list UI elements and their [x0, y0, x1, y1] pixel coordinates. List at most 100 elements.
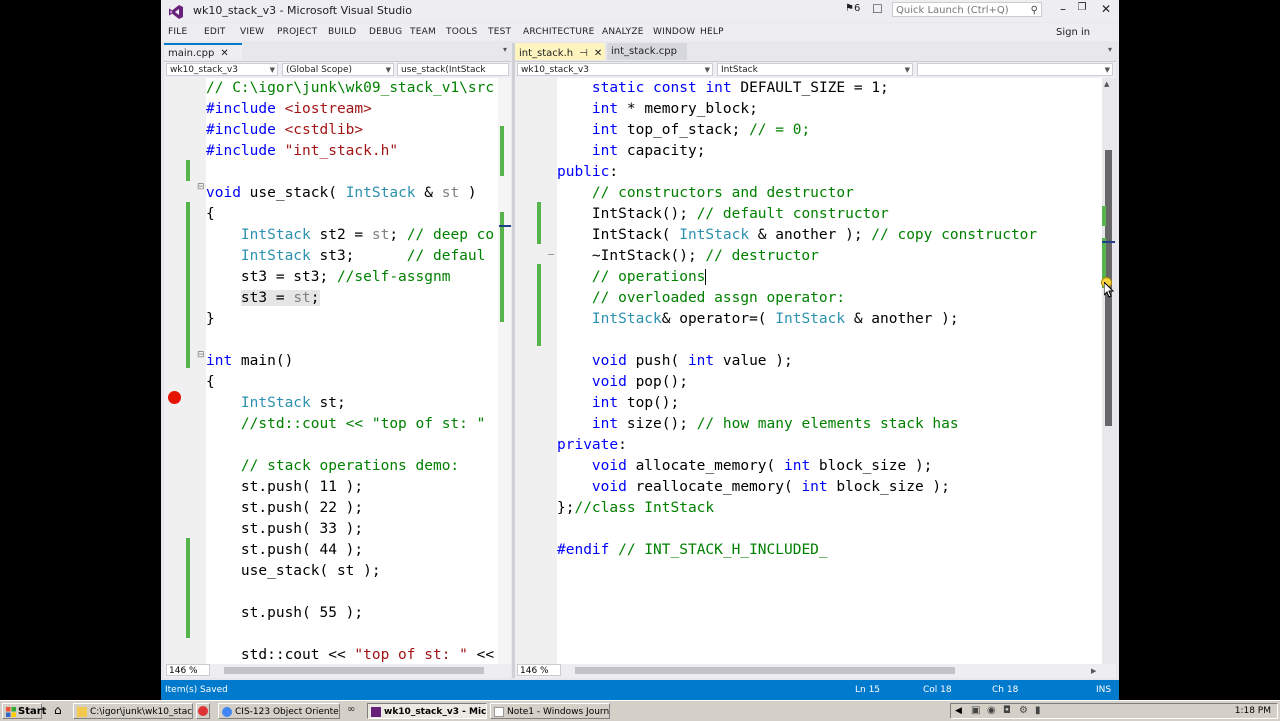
visual-studio-window: wk10_stack_v3 - Microsoft Visual Studio … — [161, 0, 1119, 700]
class-dropdown[interactable]: IntStack ▼ — [717, 63, 913, 76]
code-line: st.push( 11 ); — [206, 479, 364, 495]
right-code-editor[interactable]: static const int DEFAULT_SIZE = 1; int *… — [515, 78, 1102, 664]
tab-label: main.cpp — [168, 48, 215, 59]
menu-analyze[interactable]: ANALYZE — [602, 27, 644, 37]
volume-icon[interactable]: ◉ — [987, 705, 996, 716]
code-line: st.push( 33 ); — [206, 521, 364, 537]
menu-architecture[interactable]: ARCHITECTURE — [523, 27, 595, 37]
member-dropdown[interactable]: use_stack(IntStack — [397, 63, 509, 76]
code-line: void use_stack( IntStack & st ) — [206, 185, 477, 201]
code-line: // constructors and destructor — [557, 185, 854, 201]
menu-team[interactable]: TEAM — [410, 27, 436, 37]
menu-debug[interactable]: DEBUG — [369, 27, 402, 37]
code-line: IntStack(); // default constructor — [557, 206, 889, 222]
quick-launch-input[interactable]: Quick Launch (Ctrl+Q) ⚲ — [892, 2, 1042, 17]
close-button[interactable]: ✕ — [1094, 2, 1118, 16]
left-code-editor[interactable]: ⊟ ⊟ // C:\igor\junk\wk09_stack_v1\src #i… — [164, 78, 498, 664]
menu-build[interactable]: BUILD — [328, 27, 356, 37]
menu-project[interactable]: PROJECT — [277, 27, 317, 37]
project-dropdown[interactable]: wk10_stack_v3 ▼ — [517, 63, 713, 76]
right-editor-pane: int_stack.h ⊣ ✕ int_stack.cpp ▾ wk10_stack… — [515, 43, 1116, 678]
code-line: void push( int value ); — [591, 353, 793, 369]
camera-icon[interactable]: ◘ — [1003, 705, 1011, 716]
zoom-dropdown[interactable]: 146 % — [166, 664, 210, 676]
taskbar-label: C:\igor\junk\wk10_stack... — [90, 707, 193, 717]
code-line: //std::cout << "top of st: " — [206, 416, 486, 432]
code-line: // overloaded assgn operator: — [557, 290, 846, 306]
text-caret — [705, 269, 707, 285]
tab-dropdown-icon[interactable]: ▾ — [503, 45, 507, 54]
code-line: ~IntStack(); // destructor — [557, 248, 819, 264]
code-line: static const int DEFAULT_SIZE = 1; — [591, 80, 889, 96]
window-title: wk10_stack_v3 - Microsoft Visual Studio — [193, 4, 412, 17]
project-dropdown-value: wk10_stack_v3 — [521, 65, 589, 75]
scope-dropdown[interactable]: (Global Scope) ▼ — [282, 63, 394, 76]
start-button[interactable]: Start — [2, 703, 46, 719]
right-zoom-bar: 146 % ▶ — [515, 664, 1116, 678]
collapse-outline-icon[interactable]: ⊟ — [197, 182, 205, 192]
taskbar-journal[interactable]: Note1 - Windows Journal — [490, 703, 610, 719]
restore-button[interactable]: ❐ — [1070, 2, 1094, 13]
infinity-icon[interactable]: ∞ — [347, 704, 355, 715]
project-dropdown[interactable]: wk10_stack_v3 ▼ — [166, 63, 278, 76]
left-editor-pane: main.cpp ✕ ▾ wk10_stack_v3 ▼ (Global Scope… — [164, 43, 511, 678]
tab-int-stack-h[interactable]: int_stack.h ⊣ ✕ — [515, 43, 605, 60]
scroll-right-arrow-icon[interactable]: ▶ — [1091, 664, 1096, 678]
taskbar-browser[interactable]: CIS-123 Object Oriented... — [218, 703, 340, 719]
menu-test[interactable]: TEST — [488, 27, 511, 37]
quick-launch-icon[interactable]: ⌂ — [54, 703, 62, 717]
menu-file[interactable]: FILE — [168, 27, 187, 37]
status-bar: Item(s) Saved Ln 15 Col 18 Ch 18 INS — [161, 680, 1119, 700]
tab-int-stack-cpp[interactable]: int_stack.cpp — [607, 43, 687, 60]
notifications-flag-icon[interactable]: ⚑6 — [845, 3, 860, 14]
menu-bar: FILE EDIT VIEW PROJECT BUILD DEBUG TEAM … — [161, 23, 1119, 41]
code-line: int size(); // how many elements stack h… — [591, 416, 959, 432]
system-tray: ◀ ▣ ◉ ◘ ⚙ ▮ 1:18 PM — [950, 703, 1278, 719]
visual-studio-logo-icon — [169, 5, 183, 19]
tab-main-cpp[interactable]: main.cpp ✕ — [164, 43, 242, 60]
power-icon[interactable]: ▮ — [1035, 705, 1041, 716]
status-insert-mode: INS — [1096, 685, 1112, 695]
menu-help[interactable]: HELP — [700, 27, 724, 37]
network-icon[interactable]: ▣ — [971, 705, 980, 716]
taskbar-chrome-icon[interactable] — [196, 703, 210, 719]
status-message: Item(s) Saved — [165, 685, 228, 695]
settings-icon[interactable]: ⚙ — [1019, 705, 1028, 716]
class-dropdown-value: IntStack — [721, 65, 758, 75]
breakpoint-icon[interactable] — [168, 391, 181, 404]
code-line: int capacity; — [591, 143, 706, 159]
change-indicator — [186, 538, 190, 638]
pane-splitter[interactable] — [512, 43, 515, 678]
menu-tools[interactable]: TOOLS — [446, 27, 477, 37]
sign-in-link[interactable]: Sign in — [1056, 27, 1090, 38]
taskbar-visual-studio[interactable]: wk10_stack_v3 - Mic... — [367, 703, 487, 719]
right-vertical-scrollbar[interactable]: ▲ — [1101, 78, 1115, 664]
zoom-dropdown[interactable]: 146 % — [517, 664, 561, 676]
feedback-icon[interactable]: ☐ — [872, 2, 883, 16]
taskbar-explorer[interactable]: C:\igor\junk\wk10_stack... — [73, 703, 193, 719]
chevron-down-icon: ▼ — [269, 66, 275, 74]
tab-dropdown-icon[interactable]: ▾ — [1108, 45, 1112, 54]
close-tab-icon[interactable]: ✕ — [594, 48, 602, 59]
member-dropdown[interactable]: ▼ — [917, 63, 1113, 76]
search-icon[interactable]: ⚲ — [1031, 3, 1038, 18]
code-line: IntStack st3; // defaul — [240, 248, 486, 264]
code-line: IntStack( IntStack & another ); // copy … — [557, 227, 1038, 243]
collapse-outline-icon[interactable]: ⊟ — [197, 350, 205, 360]
horizontal-scroll-thumb[interactable] — [575, 667, 955, 674]
change-marker — [1102, 206, 1106, 226]
horizontal-scroll-thumb[interactable] — [224, 667, 484, 674]
menu-edit[interactable]: EDIT — [204, 27, 226, 37]
tray-expand-icon[interactable]: ◀ — [955, 706, 962, 716]
menu-window[interactable]: WINDOW — [653, 27, 695, 37]
menu-view[interactable]: VIEW — [240, 27, 264, 37]
visual-studio-icon — [371, 707, 381, 717]
chevron-down-icon: ▼ — [904, 66, 910, 74]
left-vertical-scrollbar[interactable] — [498, 78, 511, 664]
pin-icon[interactable]: ⊣ — [579, 48, 588, 59]
close-tab-icon[interactable]: ✕ — [220, 48, 228, 59]
taskbar-label: Note1 - Windows Journal — [507, 707, 610, 717]
code-line: int top(); — [591, 395, 680, 411]
caret-marker — [499, 225, 511, 227]
scroll-up-arrow-icon[interactable]: ▲ — [1104, 80, 1109, 88]
